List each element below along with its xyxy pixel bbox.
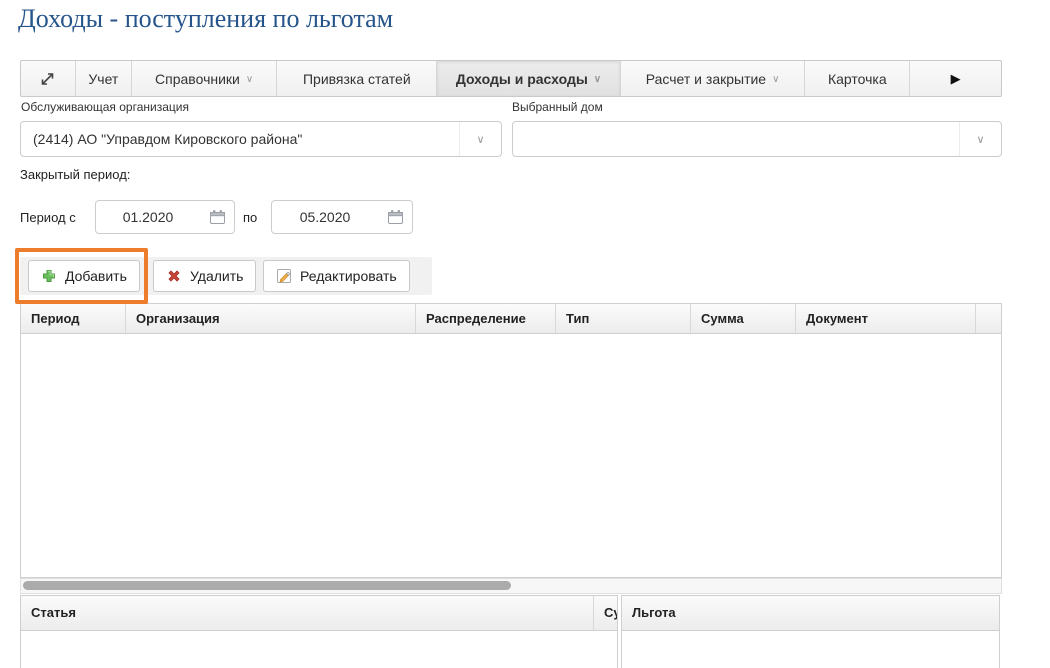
toolbar-button-label: Расчет и закрытие <box>646 71 766 87</box>
chevron-down-icon: ∨ <box>594 75 601 85</box>
toolbar-button-card[interactable]: Карточка <box>805 61 910 96</box>
toolbar-button-article-binding[interactable]: Привязка статей <box>277 61 437 96</box>
column-header-document[interactable]: Документ <box>796 304 976 333</box>
chevron-down-icon: ∨ <box>959 122 1001 156</box>
delete-icon <box>166 268 183 284</box>
column-header-sum[interactable]: Сумма <box>691 304 796 333</box>
horizontal-scrollbar[interactable] <box>20 578 1002 594</box>
calendar-icon[interactable] <box>200 201 234 233</box>
selected-house-label: Выбранный дом <box>512 100 603 114</box>
expand-button[interactable] <box>21 61 76 96</box>
articles-panel-body <box>21 631 617 668</box>
add-icon <box>41 268 58 284</box>
service-org-value: (2414) АО "Управдом Кировского района" <box>21 122 459 156</box>
expand-diagonal-icon <box>39 71 56 87</box>
selected-house-value <box>513 122 959 156</box>
period-from-value: 01.2020 <box>96 209 200 225</box>
app-window: Доходы - поступления по льготам Учет Спр… <box>0 0 1050 668</box>
toolbar-button-accounting[interactable]: Учет <box>76 61 132 96</box>
service-org-label: Обслуживающая организация <box>21 100 189 114</box>
toolbar-button-label: Доходы и расходы <box>456 71 588 87</box>
main-grid-header: Период Организация Распределение Тип Сум… <box>20 303 1002 334</box>
column-header-distribution[interactable]: Распределение <box>416 304 556 333</box>
toolbar-button-label: Привязка статей <box>303 71 411 87</box>
toolbar-next-button[interactable]: ▶ <box>910 61 1001 96</box>
column-header-organization[interactable]: Организация <box>126 304 416 333</box>
service-org-select[interactable]: (2414) АО "Управдом Кировского района" ∨ <box>20 121 502 157</box>
column-header-period[interactable]: Период <box>21 304 126 333</box>
grid-actions-toolbar: Добавить Удалить Редактировать <box>20 257 432 295</box>
column-header-article[interactable]: Статья <box>21 596 594 630</box>
period-from-label: Период с <box>20 210 76 225</box>
toolbar-button-income-expenses[interactable]: Доходы и расходы ∨ <box>437 61 621 96</box>
column-header-benefit[interactable]: Льгота <box>622 596 999 630</box>
play-icon: ▶ <box>951 71 961 87</box>
toolbar-button-calc-closing[interactable]: Расчет и закрытие ∨ <box>621 61 806 96</box>
edit-button[interactable]: Редактировать <box>263 260 410 292</box>
page-title: Доходы - поступления по льготам <box>18 4 393 34</box>
benefits-panel-header: Льгота <box>622 596 999 631</box>
add-button-label: Добавить <box>65 268 127 284</box>
column-header-sum-clipped[interactable]: Сумма <box>594 596 617 630</box>
closed-period-label: Закрытый период: <box>20 167 130 182</box>
chevron-down-icon: ∨ <box>772 75 779 85</box>
column-header-stub <box>976 304 1001 333</box>
main-grid-body <box>20 334 1002 578</box>
toolbar-button-label: Справочники <box>155 71 240 87</box>
period-to-value: 05.2020 <box>272 209 378 225</box>
period-to-label: по <box>243 210 257 225</box>
period-from-input[interactable]: 01.2020 <box>95 200 235 234</box>
column-header-type[interactable]: Тип <box>556 304 691 333</box>
delete-button-label: Удалить <box>190 268 243 284</box>
edit-button-label: Редактировать <box>300 268 397 284</box>
chevron-down-icon: ∨ <box>459 122 501 156</box>
toolbar-button-label: Карточка <box>828 71 887 87</box>
articles-panel: Статья Сумма <box>20 595 618 668</box>
selected-house-select[interactable]: ∨ <box>512 121 1002 157</box>
chevron-down-icon: ∨ <box>246 75 253 85</box>
horizontal-scrollbar-thumb[interactable] <box>23 581 511 590</box>
period-to-input[interactable]: 05.2020 <box>271 200 413 234</box>
add-button[interactable]: Добавить <box>28 260 140 292</box>
main-toolbar: Учет Справочники ∨ Привязка статей Доход… <box>20 60 1002 97</box>
benefits-panel-body <box>622 631 999 668</box>
benefits-panel: Льгота <box>621 595 1000 668</box>
toolbar-button-label: Учет <box>88 71 118 87</box>
edit-icon <box>276 268 293 284</box>
calendar-icon[interactable] <box>378 201 412 233</box>
articles-panel-header: Статья Сумма <box>21 596 617 631</box>
delete-button[interactable]: Удалить <box>153 260 256 292</box>
toolbar-button-directories[interactable]: Справочники ∨ <box>132 61 278 96</box>
